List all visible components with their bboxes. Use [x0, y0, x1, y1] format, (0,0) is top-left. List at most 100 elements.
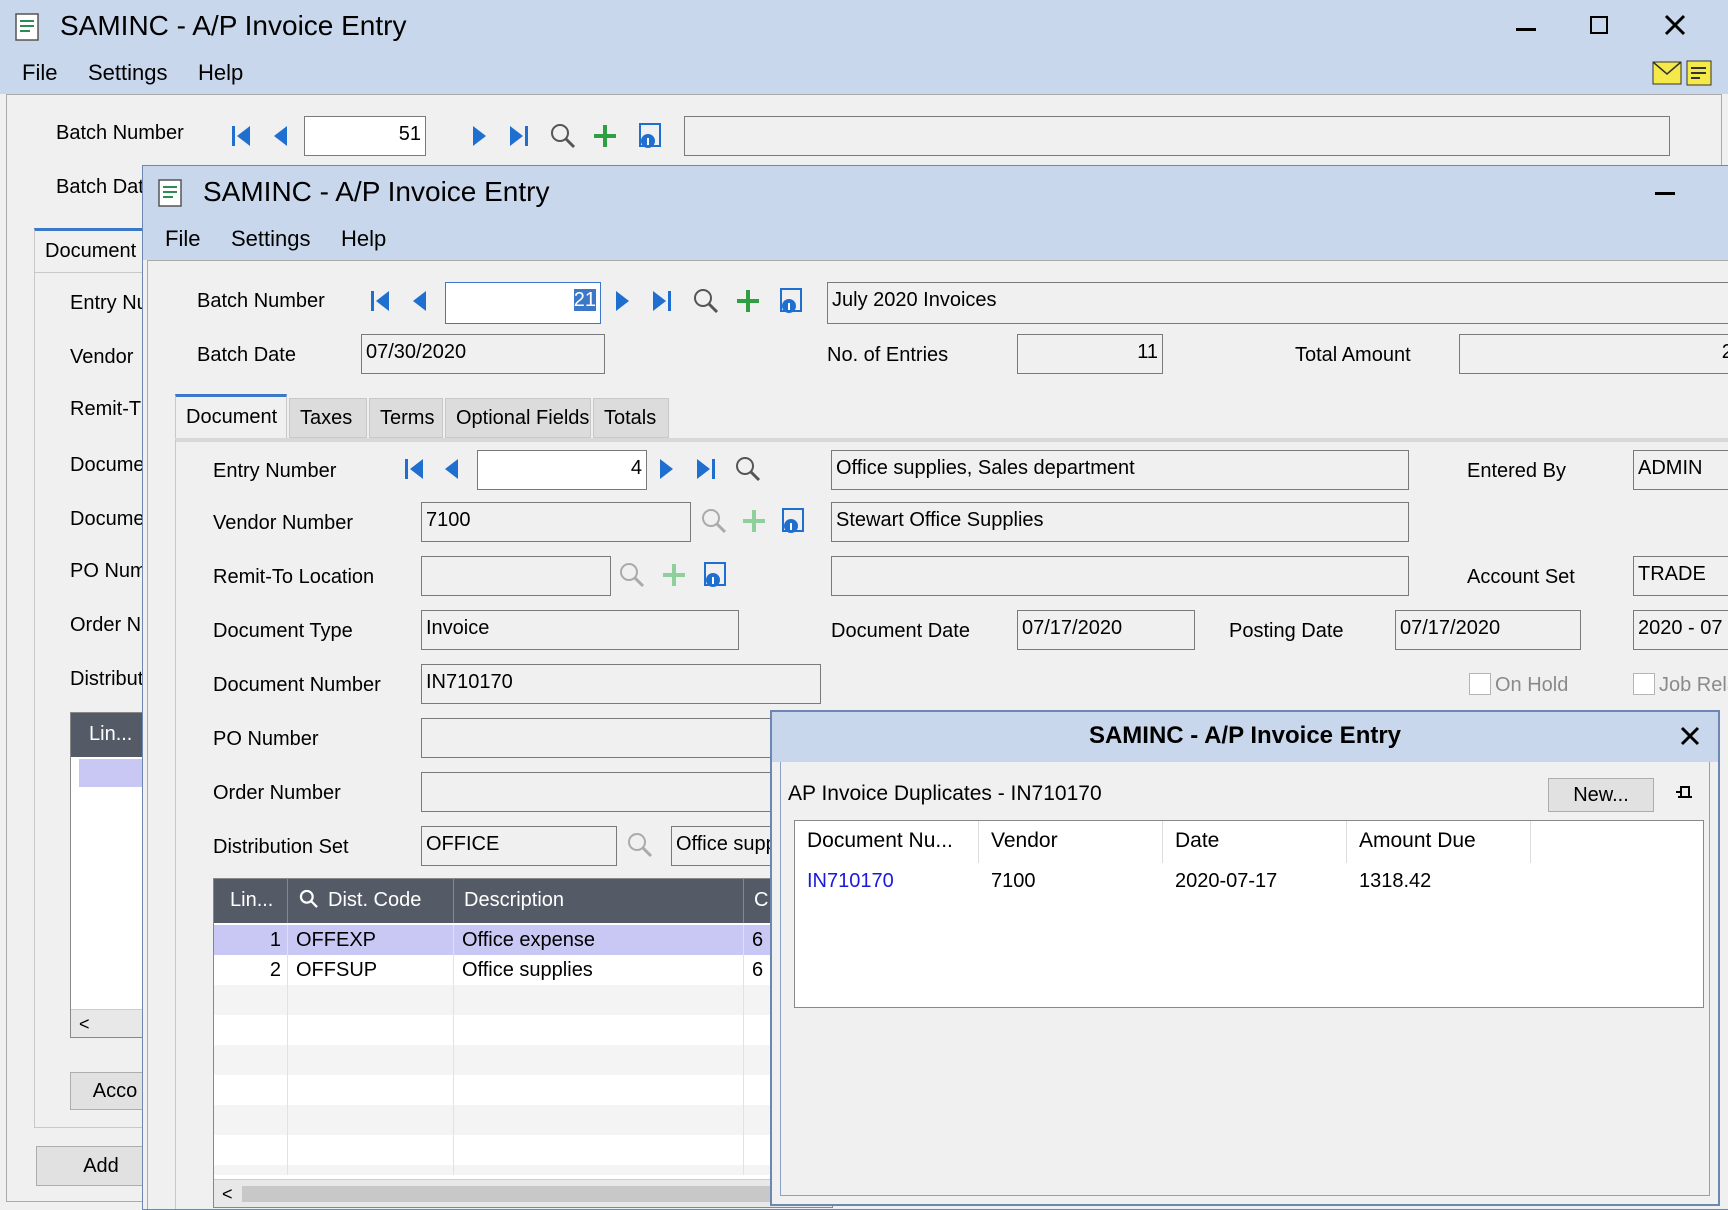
batch-description-field[interactable]: July 2020 Invoices [827, 282, 1728, 324]
document-date-label: Document Date [831, 620, 970, 642]
finder-search-icon[interactable] [298, 888, 320, 910]
dup-header-vendor[interactable]: Vendor [979, 821, 1163, 863]
first-entry-icon[interactable] [399, 454, 429, 484]
posting-date-label: Posting Date [1229, 620, 1344, 642]
vendor-zoom-icon[interactable] [779, 506, 809, 536]
previous-entry-icon[interactable] [437, 454, 467, 484]
cell-dist-code: OFFEXP [288, 925, 454, 955]
new-button[interactable]: New... [1548, 778, 1654, 812]
last-entry-icon[interactable] [691, 454, 721, 484]
distribution-set-field[interactable]: OFFICE [421, 826, 617, 866]
document-type-label: Document Type [213, 620, 353, 642]
dup-header-date[interactable]: Date [1163, 821, 1347, 863]
previous-record-icon[interactable] [405, 286, 435, 316]
first-record-icon[interactable] [226, 121, 256, 151]
back-batch-description [684, 116, 1670, 156]
on-hold-label: On Hold [1495, 674, 1569, 696]
last-record-icon[interactable] [504, 121, 534, 151]
back-label-doctype: Docume [70, 454, 145, 476]
add-icon[interactable] [733, 286, 763, 316]
batch-date-field[interactable]: 07/30/2020 [361, 334, 605, 374]
batch-number-input[interactable]: 21 [445, 282, 601, 324]
on-hold-checkbox[interactable] [1469, 673, 1491, 695]
close-button[interactable] [1656, 6, 1696, 46]
tab-optional-fields[interactable]: Optional Fields [445, 398, 591, 438]
scroll-left-icon[interactable]: < [222, 1180, 233, 1207]
order-number-field[interactable] [421, 772, 821, 812]
remit-zoom-icon[interactable] [701, 560, 731, 590]
tab-terms[interactable]: Terms [369, 398, 443, 438]
vendor-number-field[interactable]: 7100 [421, 502, 691, 542]
table-row[interactable]: 2 OFFSUP Office supplies 6 [214, 955, 832, 985]
front-titlebar: SAMINC - A/P Invoice Entry [143, 166, 1728, 220]
next-record-icon[interactable] [464, 121, 494, 151]
dialog-close-button[interactable] [1672, 718, 1708, 754]
table-row[interactable]: 1 OFFEXP Office expense 6 [214, 925, 832, 955]
table-row[interactable]: IN710170 7100 2020-07-17 1318.42 [795, 863, 1705, 899]
next-record-icon[interactable] [607, 286, 637, 316]
entry-description-field[interactable]: Office supplies, Sales department [831, 450, 1409, 490]
maximize-button[interactable] [1582, 8, 1618, 44]
back-menu-help[interactable]: Help [198, 60, 243, 86]
document-date-field[interactable]: 07/17/2020 [1017, 610, 1195, 650]
remit-add-icon[interactable] [659, 560, 689, 590]
po-number-label: PO Number [213, 728, 319, 750]
zoom-info-icon[interactable] [636, 121, 666, 151]
front-menu-file[interactable]: File [165, 226, 200, 252]
back-tab-document[interactable]: Document [34, 228, 146, 274]
previous-record-icon[interactable] [266, 121, 296, 151]
po-number-field[interactable] [421, 718, 821, 758]
posting-date-field[interactable]: 07/17/2020 [1395, 610, 1581, 650]
tab-taxes[interactable]: Taxes [289, 398, 367, 438]
zoom-info-icon[interactable] [777, 286, 807, 316]
search-icon[interactable] [548, 121, 578, 151]
dup-cell-document-link[interactable]: IN710170 [795, 863, 979, 899]
vendor-add-icon[interactable] [739, 506, 769, 536]
back-batch-date-label: Batch Dat [56, 176, 144, 198]
entry-number-input[interactable]: 4 [477, 450, 647, 490]
tab-totals[interactable]: Totals [593, 398, 669, 438]
document-number-field[interactable]: IN710170 [421, 664, 821, 704]
mail-icon[interactable] [1652, 60, 1682, 86]
dup-header-document[interactable]: Document Nu... [795, 821, 979, 863]
grid-horizontal-scrollbar[interactable]: < [214, 1179, 832, 1207]
job-related-checkbox[interactable] [1633, 673, 1655, 695]
remit-to-field[interactable] [421, 556, 611, 596]
document-number-label: Document Number [213, 674, 381, 696]
entered-by-label: Entered By [1467, 460, 1566, 482]
scroll-thumb[interactable] [242, 1186, 802, 1202]
entry-search-icon[interactable] [733, 454, 763, 484]
tab-document[interactable]: Document [175, 394, 287, 440]
dup-cell-amount: 1318.42 [1359, 870, 1432, 892]
account-set-field[interactable]: TRADE [1633, 556, 1728, 596]
search-icon[interactable] [691, 286, 721, 316]
remit-to-name-field [831, 556, 1409, 596]
vendor-search-icon[interactable] [699, 506, 729, 536]
notes-icon[interactable] [1686, 60, 1712, 86]
distribution-search-icon[interactable] [625, 830, 655, 860]
first-record-icon[interactable] [365, 286, 395, 316]
document-type-field[interactable]: Invoice [421, 610, 739, 650]
header-description[interactable]: Description [454, 879, 744, 923]
dup-header-amount[interactable]: Amount Due [1347, 821, 1531, 863]
minimize-button[interactable] [1508, 8, 1544, 44]
front-menu-settings[interactable]: Settings [231, 226, 311, 252]
fiscal-period-field[interactable]: 2020 - 07 [1633, 610, 1728, 650]
detail-grid-header: Lin... Dist. Code Description C [214, 879, 832, 923]
front-minimize-button[interactable] [1647, 176, 1683, 212]
last-record-icon[interactable] [647, 286, 677, 316]
header-dist-code[interactable]: Dist. Code [288, 879, 454, 923]
header-line[interactable]: Lin... [214, 879, 288, 923]
back-menu-settings[interactable]: Settings [88, 60, 168, 86]
remit-search-icon[interactable] [617, 560, 647, 590]
pin-icon[interactable] [1672, 782, 1696, 806]
next-entry-icon[interactable] [651, 454, 681, 484]
dup-cell-date: 2020-07-17 [1175, 870, 1278, 892]
front-menu-help[interactable]: Help [341, 226, 386, 252]
cell-line: 2 [214, 955, 288, 985]
entered-by-field: ADMIN [1633, 450, 1728, 490]
back-batch-number-input[interactable]: 51 [304, 116, 426, 156]
back-menu-file[interactable]: File [22, 60, 57, 86]
app-document-icon [158, 179, 182, 207]
add-icon[interactable] [590, 121, 620, 151]
